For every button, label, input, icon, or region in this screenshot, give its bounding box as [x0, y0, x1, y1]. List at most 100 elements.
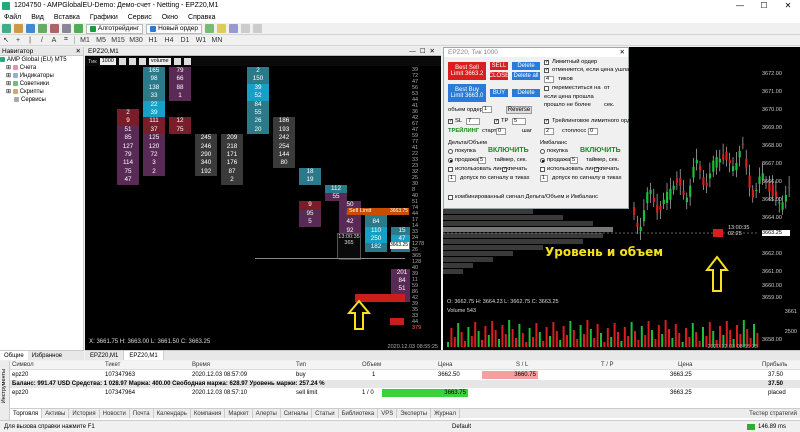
- cell-price[interactable]: 3663.75: [382, 389, 468, 397]
- chart-tab[interactable]: EPZ20,M1: [85, 351, 125, 360]
- crosshair-icon[interactable]: +: [14, 37, 22, 44]
- tab-mail[interactable]: Почта: [130, 409, 154, 418]
- volume-select[interactable]: volume: [148, 58, 171, 65]
- trailing-limit-checkbox[interactable]: [544, 118, 549, 124]
- tf-m5[interactable]: M5: [95, 37, 107, 44]
- sl-input[interactable]: 7: [466, 118, 480, 125]
- order-volume-input[interactable]: 1: [482, 106, 492, 113]
- new-order-button[interactable]: Новый ордер: [146, 23, 203, 34]
- menu-help[interactable]: Справка: [188, 12, 215, 23]
- col-tp[interactable]: T / P: [601, 362, 614, 368]
- col-sl[interactable]: S / L: [516, 362, 528, 368]
- tp-input[interactable]: 5: [512, 118, 526, 125]
- imb-enable-button[interactable]: ВКЛЮЧИТЬ: [580, 147, 621, 154]
- minimize-button[interactable]: —: [728, 0, 752, 12]
- tab-alerts[interactable]: Алерты: [253, 409, 281, 418]
- table-row[interactable]: epz20 107347963 2020.12.03 08:57:09 buy …: [10, 371, 800, 379]
- tab-vps[interactable]: VPS: [378, 409, 398, 418]
- close-position-button[interactable]: CLOSE: [489, 72, 509, 80]
- imb-tolerance-input[interactable]: 1: [540, 175, 548, 182]
- menu-file[interactable]: Файл: [4, 12, 21, 23]
- imb-use-line-checkbox[interactable]: [540, 167, 545, 172]
- vertical-line-icon[interactable]: |: [26, 37, 34, 44]
- tf-m15[interactable]: M15: [111, 37, 125, 44]
- close-icon[interactable]: ✕: [76, 47, 81, 56]
- best-buy-button[interactable]: Best Buy Limit 3663.0: [448, 84, 486, 102]
- col-profit[interactable]: Прибыль: [762, 362, 787, 368]
- combined-signal-checkbox[interactable]: [448, 195, 453, 200]
- menu-view[interactable]: Вид: [31, 12, 44, 23]
- tab-library[interactable]: Библиотека: [339, 409, 379, 418]
- cursor-icon[interactable]: ↖: [2, 36, 10, 44]
- close-button[interactable]: ✕: [776, 0, 800, 12]
- delta-enable-button[interactable]: ВКЛЮЧИТЬ: [488, 147, 529, 154]
- delta-timer-input[interactable]: 5: [478, 157, 486, 164]
- imb-print-checkbox[interactable]: [594, 166, 599, 172]
- candles-icon[interactable]: [217, 24, 227, 33]
- imb-sell-radio[interactable]: [540, 158, 545, 163]
- terminal-icon[interactable]: [62, 24, 71, 33]
- delete-all-button[interactable]: Delete all: [512, 72, 540, 80]
- data-window-icon[interactable]: [50, 24, 59, 33]
- zoom-in-icon[interactable]: [241, 24, 251, 33]
- step-input[interactable]: 2: [544, 128, 554, 135]
- tab-history[interactable]: История: [69, 409, 100, 418]
- navigator-icon[interactable]: [38, 24, 47, 33]
- ticks-input[interactable]: 4: [544, 76, 554, 83]
- tool-button[interactable]: [183, 58, 191, 65]
- close-icon[interactable]: ✕: [620, 48, 625, 57]
- tab-news[interactable]: Новости: [100, 409, 130, 418]
- col-price[interactable]: Цена: [438, 362, 452, 368]
- tab-market[interactable]: Маркет: [225, 409, 253, 418]
- trendline-icon[interactable]: /: [38, 37, 46, 44]
- tab-favorites[interactable]: Избранное: [28, 351, 66, 360]
- chart-tab-active[interactable]: EPZ20,M1: [124, 351, 164, 360]
- sl-checkbox[interactable]: [448, 118, 453, 124]
- tab-calendar[interactable]: Календарь: [154, 409, 191, 418]
- zoom-out-icon[interactable]: [253, 24, 263, 33]
- tab-experts[interactable]: Эксперты: [397, 409, 432, 418]
- tf-m1[interactable]: M1: [79, 37, 91, 44]
- reverse-button[interactable]: Reverse: [506, 106, 532, 114]
- tool-button[interactable]: [173, 58, 181, 65]
- tab-signals[interactable]: Сигналы: [281, 409, 313, 418]
- bar-chart-icon[interactable]: [205, 24, 215, 33]
- strategy-tester-icon[interactable]: [74, 24, 83, 33]
- best-sell-button[interactable]: Best Sell Limit 3663.2: [448, 62, 486, 80]
- col-current-price[interactable]: Цена: [678, 362, 692, 368]
- market-watch-icon[interactable]: [26, 24, 35, 33]
- move-checkbox[interactable]: [544, 86, 549, 91]
- tf-h4[interactable]: H4: [163, 37, 175, 44]
- tool-button[interactable]: [138, 58, 146, 65]
- limit-order-checkbox[interactable]: [544, 59, 549, 65]
- tree-root[interactable]: AMP Global (EU) MT5: [0, 56, 83, 64]
- tf-mn[interactable]: MN: [211, 37, 223, 44]
- col-type[interactable]: Тип: [296, 362, 306, 368]
- new-chart-icon[interactable]: [2, 24, 11, 33]
- delete-button-2[interactable]: Delete: [512, 89, 540, 97]
- imb-buy-radio[interactable]: [540, 149, 545, 154]
- stoploss-input[interactable]: 0: [588, 128, 598, 135]
- cell-sl[interactable]: 3660.75: [482, 371, 538, 379]
- buy-button[interactable]: BUY: [490, 89, 508, 97]
- tab-assets[interactable]: Активы: [42, 409, 70, 418]
- menu-window[interactable]: Окно: [162, 12, 178, 23]
- line-chart-icon[interactable]: [229, 24, 239, 33]
- menu-tools[interactable]: Сервис: [128, 12, 152, 23]
- grid-icon[interactable]: ⌗: [62, 36, 70, 44]
- tf-value-field[interactable]: 1000: [99, 58, 116, 65]
- tf-m30[interactable]: M30: [129, 37, 143, 44]
- toolbox-side-tab[interactable]: Инструменты: [0, 361, 10, 424]
- menu-charts[interactable]: Графики: [90, 12, 118, 23]
- tree-item-experts[interactable]: ⊞ Советники: [0, 80, 83, 88]
- tab-journal[interactable]: Журнал: [431, 409, 460, 418]
- sell-button[interactable]: SELL: [490, 62, 508, 70]
- col-volume[interactable]: Объем: [362, 362, 381, 368]
- start-input[interactable]: 0: [496, 128, 506, 135]
- algo-trading-button[interactable]: Алготрейдинг: [86, 23, 144, 34]
- table-row[interactable]: epz20 107347964 2020.12.03 08:57:10 sell…: [10, 389, 800, 397]
- menu-insert[interactable]: Вставка: [54, 12, 80, 23]
- col-ticket[interactable]: Тикет: [105, 362, 120, 368]
- tree-item-services[interactable]: Сервисы: [0, 96, 83, 104]
- tf-h1[interactable]: H1: [147, 37, 159, 44]
